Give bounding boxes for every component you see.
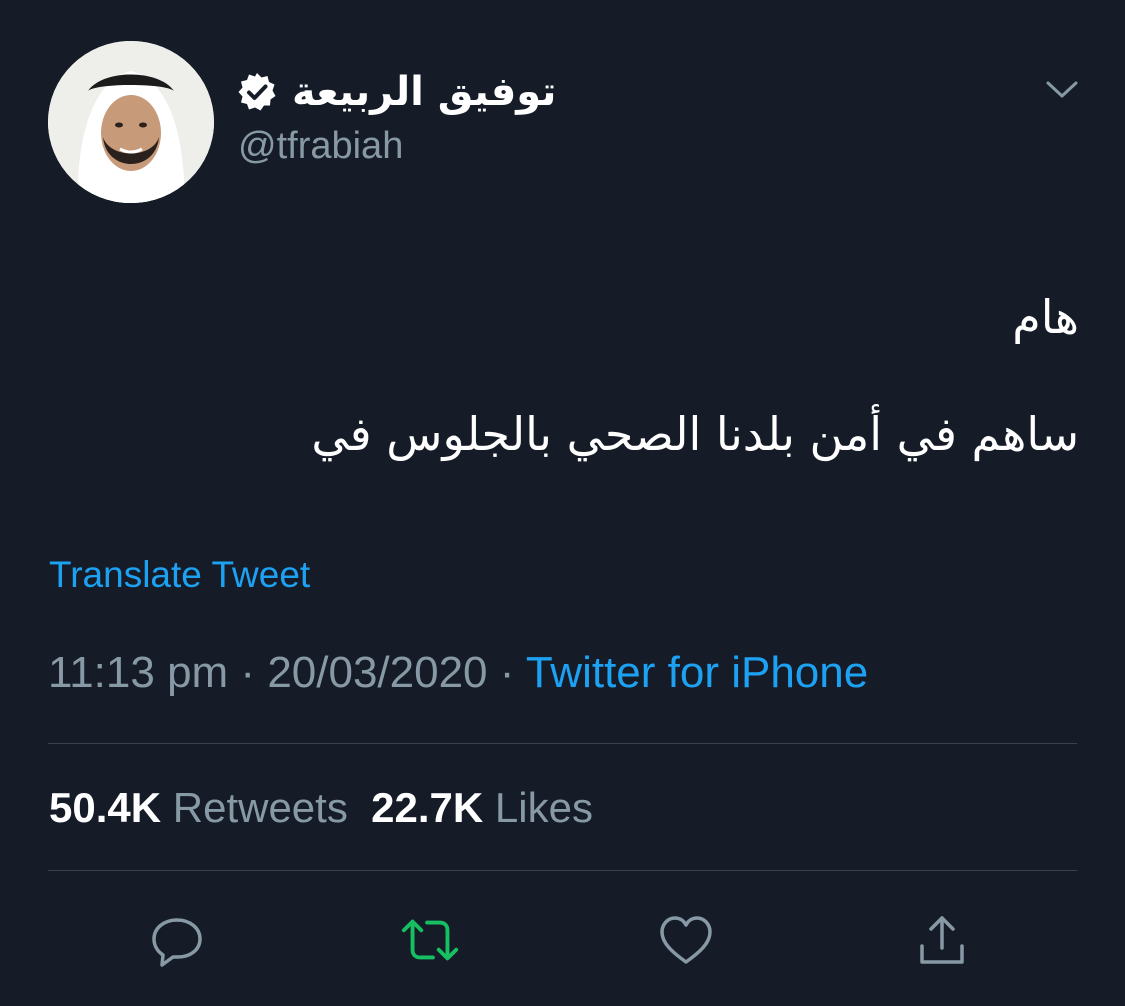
translate-tweet-link[interactable]: Translate Tweet — [49, 553, 310, 597]
author-handle[interactable]: @tfrabiah — [238, 124, 403, 170]
verified-badge-icon — [236, 71, 278, 113]
likes-count: 22.7K — [371, 784, 484, 831]
tweet-time: 11:13 pm — [48, 648, 229, 697]
retweets-label: Retweets — [172, 784, 348, 831]
author-name-row[interactable]: توفيق الربيعة — [236, 62, 556, 122]
tweet-source-link[interactable]: Twitter for iPhone — [526, 648, 868, 697]
tweet-stats: 50.4K Retweets 22.7K Likes — [49, 783, 593, 833]
heart-icon — [660, 916, 712, 964]
retweet-icon — [401, 919, 459, 961]
likes-stat[interactable]: 22.7K Likes — [371, 784, 593, 831]
tweet-date: 20/03/2020 — [267, 648, 488, 697]
tweet-text-line: ساهم في أمن بلدنا الصحي بالجلوس في — [311, 407, 1079, 461]
likes-label: Likes — [494, 784, 593, 831]
meta-separator: · — [228, 648, 268, 697]
avatar-image — [48, 41, 214, 203]
tweet-meta: 11:13 pm · 20/03/2020 · Twitter for iPho… — [48, 647, 868, 700]
reply-button[interactable] — [145, 908, 209, 972]
divider — [48, 743, 1077, 744]
retweets-count: 50.4K — [49, 784, 162, 831]
author-display-name[interactable]: توفيق الربيعة — [292, 72, 556, 112]
tweet-text-line: هام — [1012, 290, 1079, 344]
reply-icon — [152, 918, 202, 967]
share-button[interactable] — [910, 908, 974, 972]
like-button[interactable] — [654, 908, 718, 972]
retweets-stat[interactable]: 50.4K Retweets — [49, 784, 348, 831]
divider — [48, 870, 1077, 871]
avatar[interactable] — [48, 41, 214, 203]
retweet-button[interactable] — [398, 908, 462, 972]
chevron-down-icon[interactable] — [1040, 74, 1084, 104]
share-icon — [920, 916, 964, 964]
meta-separator: · — [487, 648, 526, 697]
